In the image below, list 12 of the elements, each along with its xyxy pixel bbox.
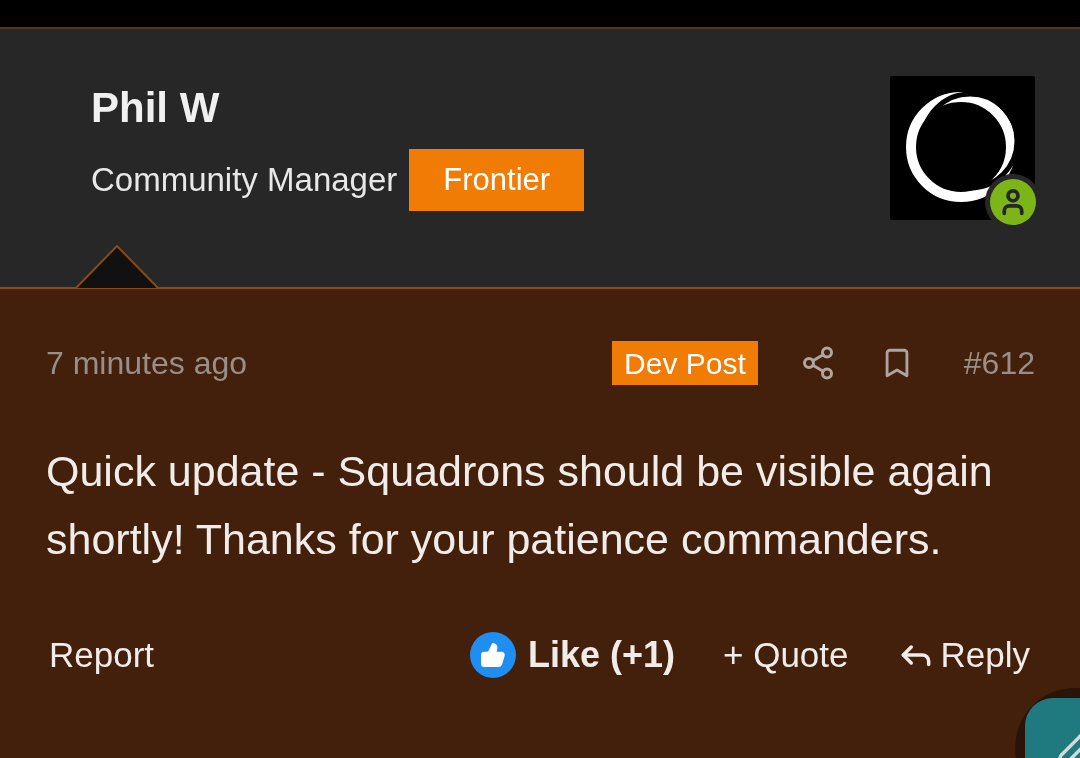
- post-number[interactable]: #612: [963, 339, 1035, 387]
- author-name[interactable]: Phil W: [91, 76, 585, 140]
- post-body: Quick update - Squadrons should be visible again shortly! Thanks for your patience commanders.: [45, 446, 994, 565]
- reply-button[interactable]: Reply: [896, 628, 1030, 682]
- like-button[interactable]: Like (+1): [469, 628, 675, 682]
- quote-button[interactable]: + Quote: [723, 628, 849, 682]
- user-role: Community Manager: [91, 160, 398, 201]
- user-badge: Frontier: [409, 149, 585, 211]
- thumbs-up-icon: [469, 632, 516, 678]
- dev-post-badge: Dev Post: [612, 341, 758, 385]
- report-link[interactable]: Report: [49, 628, 155, 682]
- post-time[interactable]: 7 minutes ago: [46, 339, 247, 387]
